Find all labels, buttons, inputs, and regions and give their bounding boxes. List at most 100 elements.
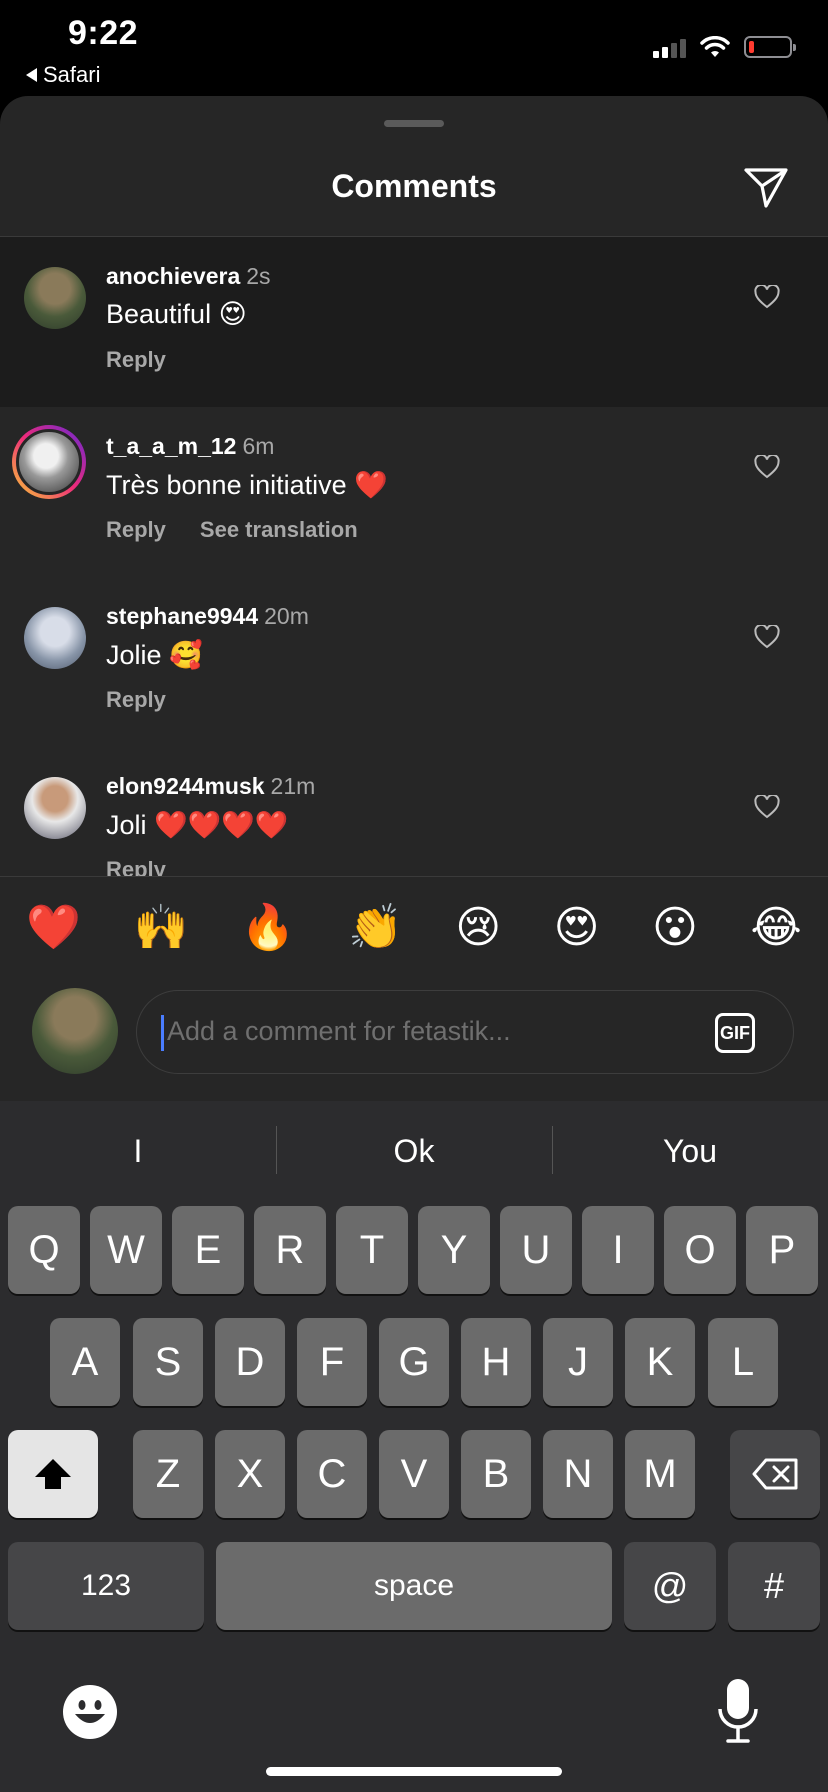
key-y[interactable]: Y — [418, 1206, 490, 1294]
key-l[interactable]: L — [708, 1318, 778, 1406]
comment-input[interactable]: Add a comment for fetastik... GIF — [136, 990, 794, 1074]
like-heart-icon[interactable] — [754, 625, 780, 649]
reaction-heart-eyes-button[interactable]: 😍 — [554, 902, 600, 953]
key-q[interactable]: Q — [8, 1206, 80, 1294]
reply-button[interactable]: Reply — [106, 517, 166, 543]
comment-text: Joli ❤️❤️❤️❤️ — [106, 810, 289, 840]
key-u[interactable]: U — [500, 1206, 572, 1294]
key-a[interactable]: A — [50, 1318, 120, 1406]
key-f[interactable]: F — [297, 1318, 367, 1406]
home-indicator[interactable] — [266, 1767, 562, 1776]
status-bar: 9:22 Safari — [0, 0, 828, 96]
at-key[interactable]: @ — [624, 1542, 716, 1630]
key-t[interactable]: T — [336, 1206, 408, 1294]
key-b[interactable]: B — [461, 1430, 531, 1518]
avatar-story-ring[interactable] — [12, 425, 86, 499]
key-g[interactable]: G — [379, 1318, 449, 1406]
sheet-header: Comments — [0, 136, 828, 237]
key-d[interactable]: D — [215, 1318, 285, 1406]
sheet-title: Comments — [331, 168, 497, 204]
back-label: Safari — [43, 62, 101, 87]
current-user-avatar — [32, 988, 118, 1074]
sheet-grabber[interactable] — [384, 120, 444, 127]
reaction-laughing-button[interactable]: 😂 — [750, 902, 801, 953]
suggestion-2[interactable]: Ok — [276, 1101, 552, 1201]
key-e[interactable]: E — [172, 1206, 244, 1294]
space-key[interactable]: space — [216, 1542, 612, 1630]
suggestion-3[interactable]: You — [552, 1101, 828, 1201]
comment-list[interactable]: anochievera 2s Beautiful 😍 Reply t_a_a_m_… — [0, 237, 828, 877]
microphone-icon[interactable] — [716, 1677, 760, 1747]
comment-username[interactable]: stephane9944 20m — [106, 603, 309, 630]
reaction-clap-button[interactable]: 👏 — [348, 901, 403, 953]
comment-text: Très bonne initiative ❤️ — [106, 470, 388, 500]
comment-time: 20m — [264, 603, 309, 629]
reaction-fire-button[interactable]: 🔥 — [241, 901, 296, 953]
key-o[interactable]: O — [664, 1206, 736, 1294]
like-heart-icon[interactable] — [754, 795, 780, 819]
comment-username[interactable]: t_a_a_m_12 6m — [106, 433, 274, 460]
gif-button[interactable]: GIF — [715, 1013, 755, 1053]
key-p[interactable]: P — [746, 1206, 818, 1294]
reply-button[interactable]: Reply — [106, 687, 166, 713]
reply-button[interactable]: Reply — [106, 347, 166, 373]
emoji-keyboard-icon[interactable] — [62, 1684, 118, 1740]
key-x[interactable]: X — [215, 1430, 285, 1518]
reaction-surprised-button[interactable]: 😮 — [652, 902, 698, 953]
key-c[interactable]: C — [297, 1430, 367, 1518]
comment-username[interactable]: elon9244musk 21m — [106, 773, 315, 800]
avatar[interactable] — [24, 607, 86, 669]
comment-text: Jolie 🥰 — [106, 640, 203, 670]
shift-arrow-icon — [35, 1459, 71, 1489]
share-send-icon[interactable] — [742, 164, 790, 212]
comment-item: anochievera 2s Beautiful 😍 Reply — [0, 237, 828, 407]
key-m[interactable]: M — [625, 1430, 695, 1518]
reply-button[interactable]: Reply — [106, 857, 166, 877]
predictive-bar: I Ok You — [0, 1101, 828, 1201]
see-translation-button[interactable]: See translation — [200, 517, 358, 543]
key-i[interactable]: I — [582, 1206, 654, 1294]
comment-item: stephane9944 20m Jolie 🥰 Reply — [0, 577, 828, 747]
comment-time: 21m — [270, 773, 316, 799]
avatar[interactable] — [24, 267, 86, 329]
comment-time: 2s — [246, 263, 271, 289]
key-w[interactable]: W — [90, 1206, 162, 1294]
comment-time: 6m — [242, 433, 275, 459]
suggestion-1[interactable]: I — [0, 1101, 276, 1201]
back-to-safari-button[interactable]: Safari — [26, 62, 100, 88]
key-j[interactable]: J — [543, 1318, 613, 1406]
comment-item: elon9244musk 21m Joli ❤️❤️❤️❤️ Reply — [0, 747, 828, 877]
quick-reaction-bar: ❤️ 🙌 🔥 👏 😢 😍 😮 😂 — [0, 876, 828, 977]
numbers-key[interactable]: 123 — [8, 1542, 204, 1630]
backspace-icon — [752, 1458, 798, 1490]
wifi-icon — [700, 36, 730, 57]
avatar[interactable] — [24, 777, 86, 839]
hash-key[interactable]: # — [728, 1542, 820, 1630]
key-h[interactable]: H — [461, 1318, 531, 1406]
comment-item: t_a_a_m_12 6m Très bonne initiative ❤️ Re… — [0, 407, 828, 577]
like-heart-icon[interactable] — [754, 285, 780, 309]
delete-key[interactable] — [730, 1430, 820, 1518]
key-r[interactable]: R — [254, 1206, 326, 1294]
reaction-raised-hands-button[interactable]: 🙌 — [134, 901, 189, 953]
key-v[interactable]: V — [379, 1430, 449, 1518]
key-n[interactable]: N — [543, 1430, 613, 1518]
text-caret — [161, 1015, 164, 1051]
comment-username[interactable]: anochievera 2s — [106, 263, 271, 290]
shift-key[interactable] — [8, 1430, 98, 1518]
like-heart-icon[interactable] — [754, 455, 780, 479]
key-z[interactable]: Z — [133, 1430, 203, 1518]
key-s[interactable]: S — [133, 1318, 203, 1406]
keyboard: I Ok You Q W E R T Y U I O P A S D F G H… — [0, 1101, 828, 1792]
back-arrow-icon — [26, 68, 37, 82]
battery-icon — [744, 36, 796, 58]
comment-composer: Add a comment for fetastik... GIF — [0, 976, 828, 1101]
status-time: 9:22 — [68, 14, 139, 52]
comment-input-placeholder: Add a comment for fetastik... — [167, 1016, 511, 1046]
status-icons — [653, 36, 796, 58]
reaction-heart-button[interactable]: ❤️ — [26, 901, 81, 953]
cellular-signal-icon — [653, 36, 686, 58]
comment-text: Beautiful 😍 — [106, 299, 247, 329]
key-k[interactable]: K — [625, 1318, 695, 1406]
reaction-crying-button[interactable]: 😢 — [455, 902, 501, 953]
